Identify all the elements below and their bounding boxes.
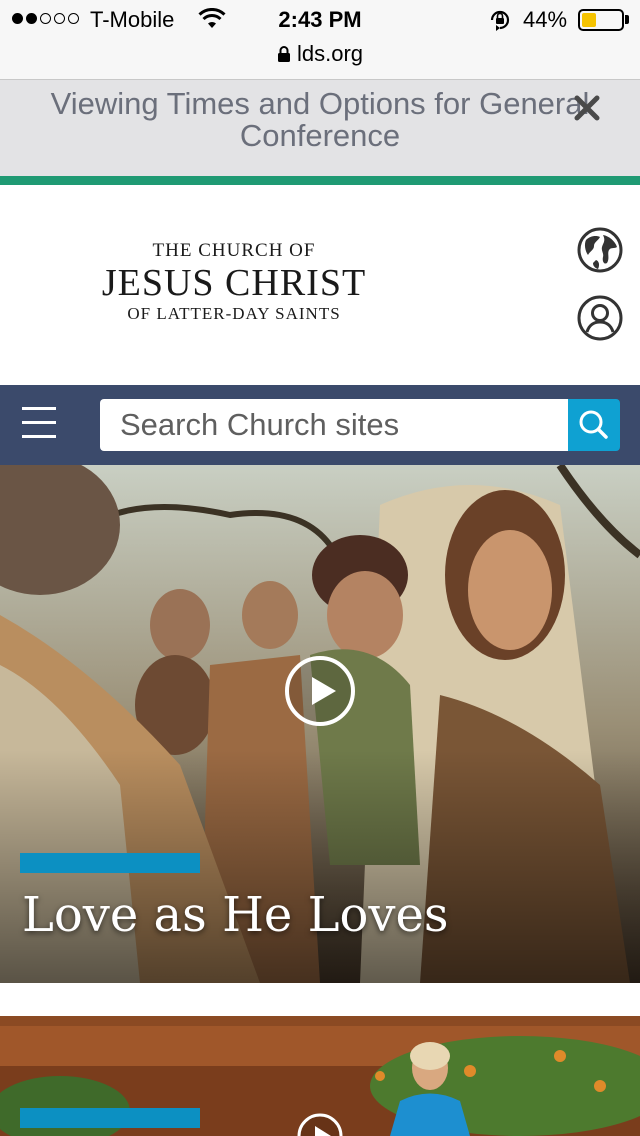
battery-tip	[625, 15, 629, 24]
title-accent-bar	[20, 853, 200, 873]
banner-text[interactable]: Viewing Times and Options for General Co…	[20, 88, 620, 152]
status-bar: T-Mobile 2:43 PM 44% lds.org	[0, 0, 640, 80]
title-accent-bar	[20, 1108, 200, 1128]
user-icon[interactable]	[576, 294, 624, 342]
navigation-bar	[0, 385, 640, 465]
close-icon[interactable]	[572, 93, 602, 123]
address-bar[interactable]: lds.org	[0, 41, 640, 67]
secondary-video-card[interactable]	[0, 1016, 640, 1136]
play-icon[interactable]	[296, 1112, 344, 1136]
hamburger-menu-icon[interactable]	[22, 405, 58, 441]
globe-icon[interactable]	[576, 226, 624, 274]
battery-percent: 44%	[523, 7, 568, 32]
search-box[interactable]	[100, 399, 568, 451]
url-text: lds.org	[296, 41, 364, 66]
logo-line-2: JESUS CHRIST	[101, 262, 367, 304]
search-button[interactable]	[568, 399, 620, 451]
hero-title[interactable]: Love as He Loves	[22, 887, 449, 943]
logo-line-1: THE CHURCH OF	[152, 240, 316, 261]
lock-icon	[277, 46, 290, 62]
accent-divider	[0, 176, 640, 185]
search-input[interactable]	[100, 399, 568, 451]
church-logo[interactable]: THE CHURCH OF JESUS CHRIST OF LATTER-DAY…	[96, 240, 372, 324]
play-icon[interactable]	[284, 655, 356, 727]
featured-video-card[interactable]: Love as He Loves	[0, 465, 640, 983]
search-icon	[579, 410, 608, 439]
battery-level-fill	[582, 13, 597, 27]
battery-icon	[578, 9, 624, 31]
logo-line-3: OF LATTER-DAY SAINTS	[127, 304, 341, 323]
announcement-banner[interactable]: Viewing Times and Options for General Co…	[0, 80, 640, 176]
rotation-lock-icon	[490, 10, 510, 31]
